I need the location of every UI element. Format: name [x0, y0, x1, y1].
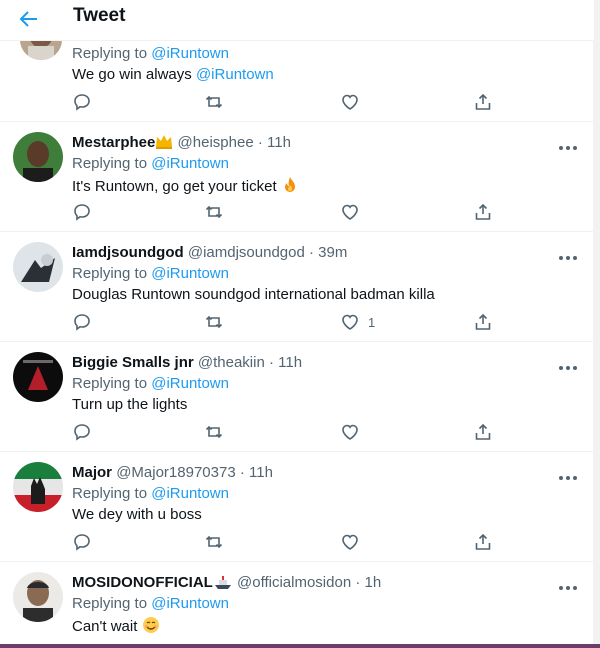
more-options-icon[interactable]: [557, 138, 579, 150]
timestamp[interactable]: · 1h: [355, 574, 381, 591]
replying-to: Replying to @iRuntown: [72, 265, 229, 282]
reply-to-link[interactable]: @iRuntown: [151, 45, 229, 62]
timestamp[interactable]: · 39m: [309, 244, 347, 261]
reply-to-link[interactable]: @iRuntown: [151, 485, 229, 502]
display-name[interactable]: Iamdjsoundgod: [72, 244, 184, 261]
reply-to-link[interactable]: @iRuntown: [151, 595, 229, 612]
share-icon[interactable]: [473, 202, 493, 222]
replying-to: Replying to @iRuntown: [72, 155, 229, 172]
reply-tweet[interactable]: Replying to @iRuntown We go win always @…: [0, 20, 594, 122]
avatar[interactable]: [13, 572, 63, 622]
tweet-header: Mestarphee @heisphee · 11h: [72, 134, 291, 154]
reply-tweet[interactable]: Major @Major18970373 · 11h Replying to @…: [0, 452, 594, 562]
retweet-icon[interactable]: [204, 202, 224, 222]
user-handle[interactable]: @officialmosidon: [237, 574, 351, 591]
tweet-text: Douglas Runtown soundgod international b…: [72, 286, 435, 303]
replying-to: Replying to @iRuntown: [72, 375, 229, 392]
avatar[interactable]: [13, 242, 63, 292]
reply-to-link[interactable]: @iRuntown: [151, 265, 229, 282]
scrollbar[interactable]: [594, 0, 600, 648]
smiling-face-icon: [142, 616, 160, 638]
more-options-icon[interactable]: [557, 248, 579, 260]
crown-icon: [155, 134, 173, 154]
user-handle[interactable]: @Major18970373: [116, 464, 235, 481]
like-icon[interactable]: [340, 312, 360, 332]
like-icon[interactable]: [340, 92, 360, 112]
replying-to: Replying to @iRuntown: [72, 485, 229, 502]
tweet-header: Major @Major18970373 · 11h: [72, 464, 273, 481]
retweet-icon[interactable]: [204, 532, 224, 552]
reply-tweet[interactable]: Biggie Smalls jnr @theakiin · 11h Replyi…: [0, 342, 594, 452]
reply-icon[interactable]: [72, 422, 92, 442]
mention-link[interactable]: @iRuntown: [196, 66, 274, 83]
reply-to-link[interactable]: @iRuntown: [151, 155, 229, 172]
tweet-text: Turn up the lights: [72, 396, 188, 413]
replying-to: Replying to @iRuntown: [72, 595, 229, 612]
tweet-text: We dey with u boss: [72, 506, 202, 523]
top-bar: Tweet: [0, 0, 594, 41]
display-name[interactable]: MOSIDONOFFICIAL: [72, 574, 213, 591]
tweet-header: Iamdjsoundgod @iamdjsoundgod · 39m: [72, 244, 347, 261]
more-options-icon[interactable]: [557, 468, 579, 480]
tweet-text: We go win always @iRuntown: [72, 66, 274, 83]
reply-tweet[interactable]: Iamdjsoundgod @iamdjsoundgod · 39m Reply…: [0, 232, 594, 342]
ship-icon: [213, 574, 233, 594]
share-icon[interactable]: [473, 532, 493, 552]
user-handle[interactable]: @theakiin: [198, 354, 265, 371]
display-name[interactable]: Biggie Smalls jnr: [72, 354, 194, 371]
tweet-text: Can't wait: [72, 616, 160, 638]
timestamp[interactable]: · 11h: [258, 134, 291, 151]
retweet-icon[interactable]: [204, 422, 224, 442]
more-options-icon[interactable]: [557, 578, 579, 590]
retweet-icon[interactable]: [204, 92, 224, 112]
avatar[interactable]: [13, 462, 63, 512]
reply-icon[interactable]: [72, 532, 92, 552]
reply-icon[interactable]: [72, 202, 92, 222]
more-options-icon[interactable]: [557, 358, 579, 370]
share-icon[interactable]: [473, 422, 493, 442]
like-count: 1: [368, 315, 376, 330]
share-icon[interactable]: [473, 92, 493, 112]
bottom-edge: [0, 644, 600, 648]
reply-icon[interactable]: [72, 92, 92, 112]
tweet-header: Biggie Smalls jnr @theakiin · 11h: [72, 354, 302, 371]
timestamp[interactable]: · 11h: [240, 464, 273, 481]
display-name[interactable]: Major: [72, 464, 112, 481]
retweet-icon[interactable]: [204, 312, 224, 332]
replying-to: Replying to @iRuntown: [72, 45, 229, 62]
user-handle[interactable]: @iamdjsoundgod: [188, 244, 305, 261]
page-title: Tweet: [73, 5, 126, 26]
reply-tweet[interactable]: MOSIDONOFFICIAL @officialmosidon · 1h Re…: [0, 562, 594, 644]
tweet-header: MOSIDONOFFICIAL @officialmosidon · 1h: [72, 574, 381, 594]
display-name[interactable]: Mestarphee: [72, 134, 155, 151]
user-handle[interactable]: @heisphee: [178, 134, 254, 151]
like-icon[interactable]: [340, 532, 360, 552]
arrow-left-icon[interactable]: [14, 4, 44, 34]
reply-to-link[interactable]: @iRuntown: [151, 375, 229, 392]
like-icon[interactable]: [340, 202, 360, 222]
share-icon[interactable]: [473, 312, 493, 332]
avatar[interactable]: [13, 352, 63, 402]
timestamp[interactable]: · 11h: [269, 354, 302, 371]
reply-icon[interactable]: [72, 312, 92, 332]
reply-tweet[interactable]: Mestarphee @heisphee · 11h Replying to @…: [0, 122, 594, 232]
tweet-text: It's Runtown, go get your ticket: [72, 176, 299, 198]
like-icon[interactable]: [340, 422, 360, 442]
avatar[interactable]: [13, 132, 63, 182]
fire-icon: [281, 176, 299, 198]
